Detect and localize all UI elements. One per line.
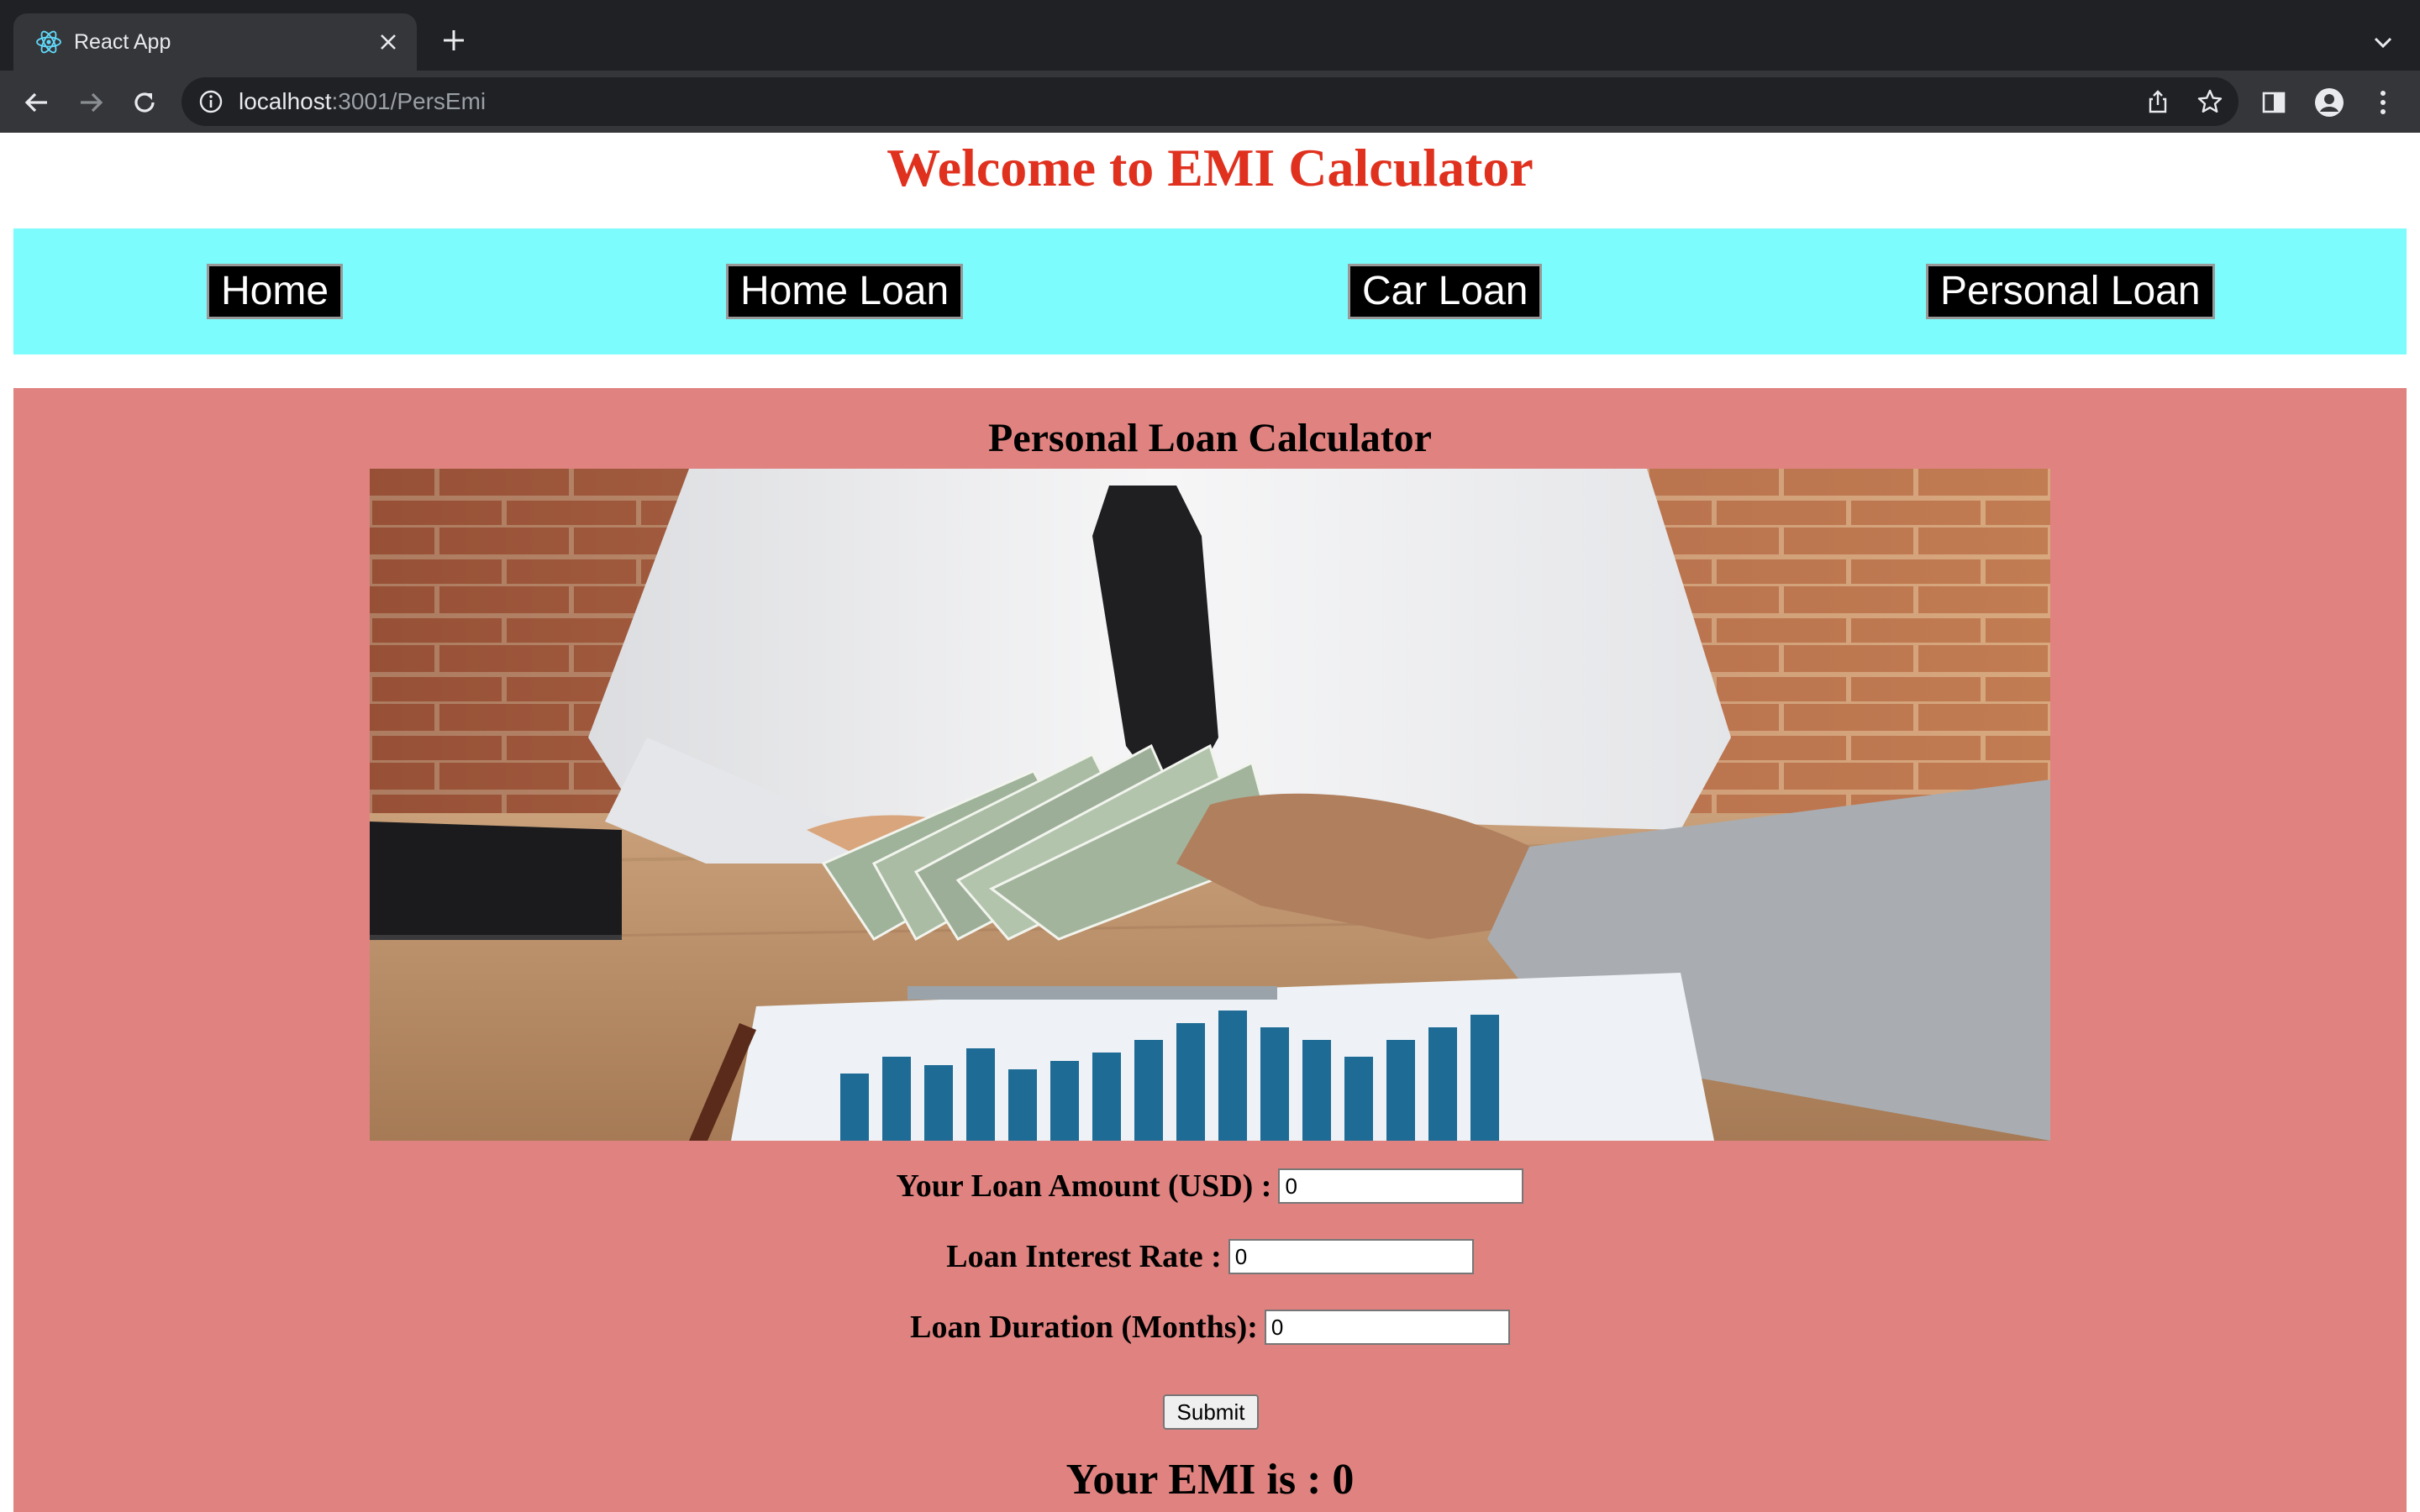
interest-rate-row: Loan Interest Rate : (13, 1236, 2407, 1277)
loan-amount-input[interactable] (1278, 1168, 1524, 1204)
profile-icon[interactable] (2311, 84, 2348, 121)
back-arrow-icon[interactable] (18, 84, 55, 121)
url-path: :3001/PersEmi (331, 88, 487, 114)
hero-image (370, 469, 2050, 1141)
loan-duration-input[interactable] (1264, 1310, 1510, 1345)
nav-link-home[interactable]: Home (207, 264, 344, 319)
calculator-title: Personal Loan Calculator (988, 416, 1432, 460)
reload-icon[interactable] (126, 84, 163, 121)
url-host: localhost (239, 88, 332, 114)
browser-tab[interactable]: React App (13, 13, 417, 71)
page-title: Welcome to EMI Calculator (886, 138, 1534, 197)
url-text: localhost:3001/PersEmi (239, 77, 486, 126)
browser-tab-bar: React App (0, 0, 2420, 71)
loan-duration-label: Loan Duration (Months): (910, 1310, 1258, 1345)
star-icon[interactable] (2193, 85, 2227, 118)
interest-rate-label: Loan Interest Rate : (946, 1239, 1222, 1274)
plus-icon[interactable] (437, 24, 471, 57)
loan-duration-row: Loan Duration (Months): (13, 1307, 2407, 1347)
page-viewport: Welcome to EMI Calculator Home Home Loan… (0, 133, 2420, 1512)
chevron-down-icon[interactable] (2366, 25, 2400, 59)
interest-rate-input[interactable] (1228, 1239, 1474, 1274)
address-bar[interactable]: localhost:3001/PersEmi (182, 77, 2238, 126)
tab-title: React App (74, 30, 171, 54)
nav-bar: Home Home Loan Car Loan Personal Loan (13, 228, 2407, 354)
browser-toolbar: localhost:3001/PersEmi (0, 71, 2420, 133)
info-icon[interactable] (198, 89, 224, 114)
sidebar-icon[interactable] (2255, 84, 2292, 121)
share-icon[interactable] (2141, 85, 2175, 118)
close-icon[interactable] (371, 25, 405, 59)
nav-link-car-loan[interactable]: Car Loan (1348, 264, 1543, 319)
nav-link-home-loan[interactable]: Home Loan (726, 264, 964, 319)
emi-result: Your EMI is : 0 (1065, 1456, 1355, 1504)
nav-link-personal-loan[interactable]: Personal Loan (1926, 264, 2215, 319)
kebab-menu-icon[interactable] (2365, 84, 2402, 121)
loan-amount-label: Your Loan Amount (USD) : (896, 1168, 1272, 1204)
react-favicon-icon (35, 29, 62, 55)
calculator-panel: Personal Loan Calculator Your Loan Amoun… (13, 388, 2407, 1512)
forward-arrow-icon[interactable] (72, 84, 109, 121)
loan-amount-row: Your Loan Amount (USD) : (13, 1166, 2407, 1206)
submit-button[interactable]: Submit (1163, 1394, 1259, 1430)
